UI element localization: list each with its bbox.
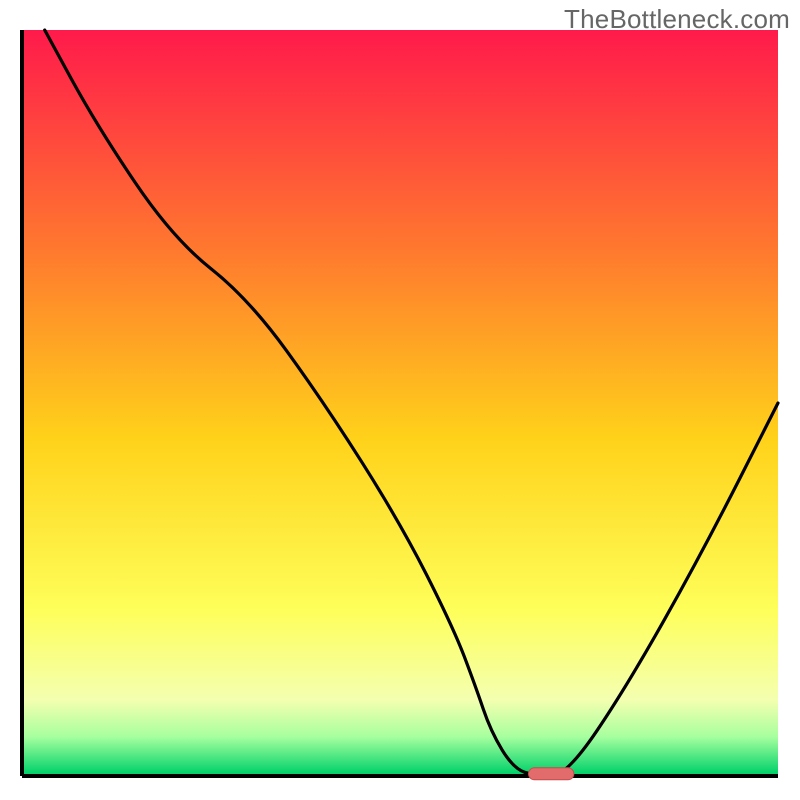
chart-stage: TheBottleneck.com <box>0 0 800 800</box>
optimal-marker <box>529 768 574 780</box>
heat-gradient-background <box>22 30 778 774</box>
bottleneck-chart <box>0 0 800 800</box>
